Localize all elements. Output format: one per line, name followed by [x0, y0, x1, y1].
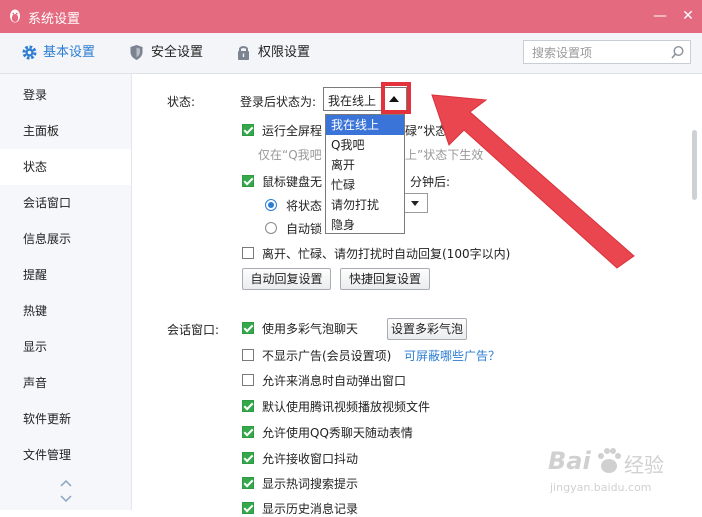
annotation-arrow: [431, 94, 635, 269]
watermark-url: jingyan.baidu.com: [550, 481, 652, 494]
watermark-brand-cn: 经验: [624, 453, 664, 477]
watermark-brand: Bai: [548, 447, 591, 475]
paw-icon: [598, 448, 621, 473]
baidu-jingyan-watermark: Bai 经验 jingyan.baidu.com: [548, 447, 698, 507]
